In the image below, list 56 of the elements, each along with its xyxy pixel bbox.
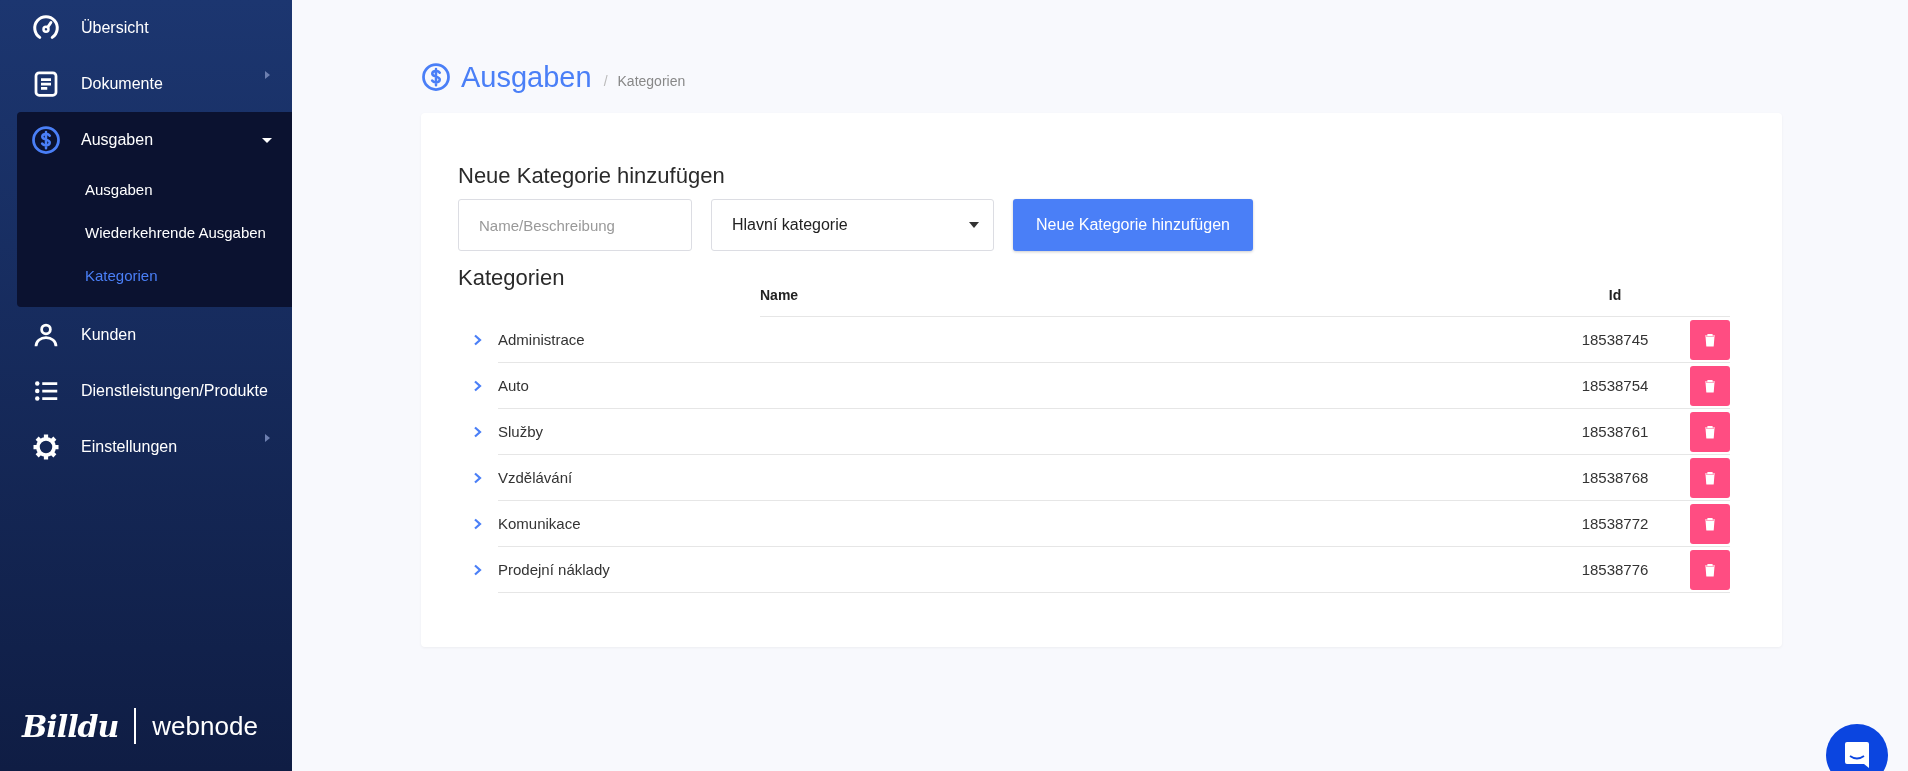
- dollar-icon: [421, 62, 451, 92]
- table-cell-text: Administrace: [498, 331, 586, 348]
- column-header: Name: [760, 287, 800, 303]
- delete-button[interactable]: [1690, 365, 1730, 406]
- settings-icon: [31, 432, 61, 462]
- name-field[interactable]: Name/Beschreibung: [458, 199, 692, 251]
- delete-button[interactable]: [1690, 457, 1730, 498]
- table-cell-text: 18538761: [1580, 423, 1650, 440]
- trash-icon: [1703, 424, 1717, 439]
- column-header: Id: [1607, 287, 1623, 303]
- category-select[interactable]: Hlavní kategorie: [711, 199, 994, 251]
- table-cell-text: Služby: [498, 423, 545, 440]
- chevron-right-icon[interactable]: [473, 334, 483, 346]
- submenu-item[interactable]: Wiederkehrende Ausgaben: [17, 211, 292, 254]
- page-title: Ausgaben: [461, 60, 592, 94]
- form-heading: Neue Kategorie hinzufügen: [458, 163, 726, 189]
- sidebar-item[interactable]: Dokumente: [0, 56, 292, 112]
- add-category-button[interactable]: Neue Kategorie hinzufügen: [1013, 199, 1253, 251]
- sidebar-item[interactable]: Übersicht: [0, 0, 292, 56]
- table-cell-text: Komunikace: [498, 515, 582, 532]
- sidebar-item[interactable]: Dienstleistungen/Produkte: [0, 363, 292, 419]
- chevron-right-icon[interactable]: [473, 380, 483, 392]
- table-cell-text: 18538768: [1580, 469, 1650, 486]
- chevron-right-icon[interactable]: [473, 426, 483, 438]
- delete-button[interactable]: [1690, 411, 1730, 452]
- trash-icon: [1703, 332, 1717, 347]
- table-cell-text: Vzdělávání: [498, 469, 574, 486]
- table-cell-text: 18538754: [1580, 377, 1650, 394]
- chevron-right-icon[interactable]: [473, 564, 483, 576]
- brand-logo: Billdu: [22, 708, 119, 744]
- delete-button[interactable]: [1690, 319, 1730, 360]
- delete-button[interactable]: [1690, 549, 1730, 590]
- chevron-right-icon[interactable]: [473, 518, 483, 530]
- table-cell-text: Prodejní náklady: [498, 561, 611, 578]
- trash-icon: [1703, 470, 1717, 485]
- table-cell-text: 18538745: [1580, 331, 1650, 348]
- table-cell-text: 18538776: [1580, 561, 1650, 578]
- sidebar-item[interactable]: Einstellungen: [0, 419, 292, 475]
- submenu-item[interactable]: Kategorien: [17, 254, 292, 297]
- delete-button[interactable]: [1690, 503, 1730, 544]
- table-cell-text: Auto: [498, 377, 530, 394]
- breadcrumb-separator: /: [603, 73, 608, 89]
- partner-logo: webnode: [152, 710, 258, 742]
- trash-icon: [1703, 378, 1717, 393]
- chat-button[interactable]: [1826, 724, 1888, 771]
- sidebar-item[interactable]: Ausgaben: [17, 112, 292, 168]
- dollar-icon: [31, 125, 61, 155]
- trash-icon: [1703, 516, 1717, 531]
- sidebar-item[interactable]: Kunden: [0, 307, 292, 363]
- chevron-right-icon[interactable]: [473, 472, 483, 484]
- table-heading: Kategorien: [458, 265, 566, 292]
- chat-icon: [1844, 741, 1870, 769]
- trash-icon: [1703, 562, 1717, 577]
- caret-down-icon: [969, 222, 979, 228]
- table-cell-text: 18538772: [1580, 515, 1650, 532]
- submenu-item[interactable]: Ausgaben: [17, 168, 292, 211]
